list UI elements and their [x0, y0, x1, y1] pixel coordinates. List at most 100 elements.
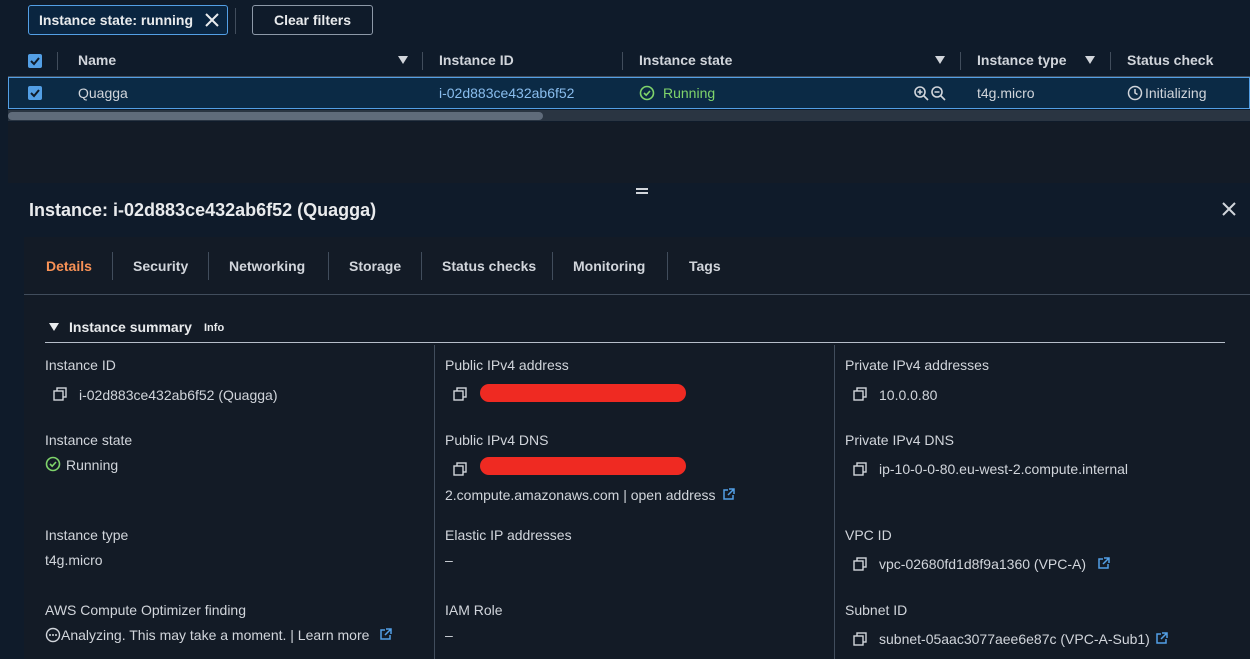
iam-role-value: – [445, 627, 453, 643]
panel-title: Instance: i-02d883ce432ab6f52 (Quagga) [29, 200, 377, 220]
public-ipv4-label: Public IPv4 address [445, 357, 569, 373]
instance-type-value: t4g.micro [45, 552, 103, 568]
details-content: Details Security Networking Storage Stat… [24, 237, 1250, 659]
column-separator [422, 52, 423, 70]
filter-divider [235, 8, 236, 34]
column-separator [57, 52, 58, 70]
column-header-status-check[interactable]: Status check [1127, 52, 1213, 68]
private-ipv4-value: 10.0.0.80 [879, 387, 938, 403]
clear-filters-button[interactable]: Clear filters [252, 5, 373, 35]
column-header-instance-id[interactable]: Instance ID [439, 52, 514, 68]
elastic-ip-value: – [445, 552, 453, 568]
instance-state-value: Running [66, 457, 119, 473]
instance-summary-label: Instance summary [69, 319, 192, 335]
zoom-in-icon[interactable] [913, 85, 929, 101]
iam-role-label: IAM Role [445, 602, 503, 618]
close-icon[interactable] [1221, 201, 1237, 217]
column-header-name[interactable]: Name [78, 52, 116, 68]
row-instance-id-link[interactable]: i-02d883ce432ab6f52 [439, 85, 574, 101]
vpc-id-link[interactable]: vpc-02680fd1d8f9a1360 (VPC-A) [879, 556, 1086, 572]
filter-token[interactable]: Instance state: running [28, 5, 229, 35]
checkmark-icon [30, 89, 40, 98]
copy-icon[interactable] [853, 557, 867, 571]
tab-separator [112, 252, 113, 280]
private-dns-value: ip-10-0-0-80.eu-west-2.compute.internal [879, 461, 1129, 477]
tab-separator [328, 252, 329, 280]
resize-handle-icon[interactable] [636, 188, 648, 194]
redacted-public-dns [480, 457, 686, 475]
copy-icon[interactable] [853, 462, 867, 476]
column-divider [834, 345, 835, 659]
private-dns-label: Private IPv4 DNS [845, 432, 954, 448]
tab-tags[interactable]: Tags [689, 258, 721, 274]
instance-state-label: Instance state [45, 432, 133, 448]
column-separator [1110, 52, 1111, 70]
tab-monitoring[interactable]: Monitoring [573, 258, 645, 274]
filter-token-label: Instance state: running [39, 12, 194, 28]
copy-icon[interactable] [453, 387, 467, 401]
list-empty-space [8, 122, 1250, 183]
scrollbar-thumb[interactable] [8, 112, 543, 120]
select-all-checkbox[interactable] [28, 54, 42, 68]
filter-type-icon[interactable] [1085, 56, 1095, 64]
zoom-out-icon[interactable] [930, 85, 946, 101]
filter-state-icon[interactable] [935, 56, 945, 64]
instance-type-label: Instance type [45, 527, 129, 543]
private-ipv4-label: Private IPv4 addresses [845, 357, 989, 373]
row-instance-type: t4g.micro [977, 85, 1035, 101]
copy-icon[interactable] [853, 387, 867, 401]
pending-icon [45, 627, 61, 643]
tab-separator [667, 252, 668, 280]
filter-name-icon[interactable] [398, 56, 408, 64]
subnet-id-link[interactable]: subnet-05aac3077aee6e87c (VPC-A-Sub1) [879, 631, 1150, 647]
tab-separator [552, 252, 553, 280]
column-header-instance-state[interactable]: Instance state [639, 52, 732, 68]
tab-details[interactable]: Details [46, 258, 92, 274]
status-running-icon [639, 85, 655, 101]
row-checkbox[interactable] [28, 86, 42, 100]
table-header: Name Instance ID Instance state Instance… [8, 44, 1250, 77]
row-status-check: Initializing [1145, 85, 1207, 101]
column-header-instance-type[interactable]: Instance type [977, 52, 1066, 68]
external-link-icon[interactable] [722, 488, 735, 501]
tab-separator [208, 252, 209, 280]
info-link[interactable]: Info [204, 322, 224, 334]
tab-status-checks[interactable]: Status checks [442, 258, 536, 274]
external-link-icon[interactable] [1097, 557, 1110, 570]
public-dns-suffix-link[interactable]: 2.compute.amazonaws.com | open address [445, 487, 716, 503]
clock-icon [1127, 85, 1143, 101]
optimizer-value[interactable]: Analyzing. This may take a moment. | Lea… [61, 627, 369, 643]
instance-summary-header[interactable]: Instance summary Info [45, 319, 1225, 343]
tab-separator [421, 252, 422, 280]
status-running-icon [45, 456, 61, 472]
public-dns-label: Public IPv4 DNS [445, 432, 549, 448]
instances-list-area: Instance state: running Clear filters Na… [0, 0, 1250, 183]
table-row[interactable]: Quagga i-02d883ce432ab6f52 Running t4g.m… [8, 77, 1250, 109]
copy-icon[interactable] [53, 387, 67, 401]
instance-id-value: i-02d883ce432ab6f52 (Quagga) [79, 387, 278, 403]
column-separator [960, 52, 961, 70]
copy-icon[interactable] [453, 462, 467, 476]
row-state: Running [663, 85, 716, 101]
tab-bar: Details Security Networking Storage Stat… [24, 237, 1250, 295]
external-link-icon[interactable] [1155, 632, 1168, 645]
optimizer-label: AWS Compute Optimizer finding [45, 602, 246, 618]
tab-networking[interactable]: Networking [229, 258, 305, 274]
remove-filter-icon[interactable] [204, 12, 220, 28]
collapse-caret-icon[interactable] [49, 323, 59, 331]
external-link-icon[interactable] [379, 628, 392, 641]
instance-id-label: Instance ID [45, 357, 116, 373]
checkmark-icon [30, 57, 40, 66]
column-divider [434, 345, 435, 659]
copy-icon[interactable] [853, 632, 867, 646]
redacted-public-ip [480, 384, 686, 402]
details-panel: Instance: i-02d883ce432ab6f52 (Quagga) D… [0, 183, 1250, 659]
row-name: Quagga [78, 85, 128, 101]
elastic-ip-label: Elastic IP addresses [445, 527, 572, 543]
column-separator [622, 52, 623, 70]
tab-security[interactable]: Security [133, 258, 188, 274]
tab-storage[interactable]: Storage [349, 258, 401, 274]
subnet-id-label: Subnet ID [845, 602, 908, 618]
filter-row: Instance state: running Clear filters [0, 0, 1250, 42]
vpc-id-label: VPC ID [845, 527, 892, 543]
